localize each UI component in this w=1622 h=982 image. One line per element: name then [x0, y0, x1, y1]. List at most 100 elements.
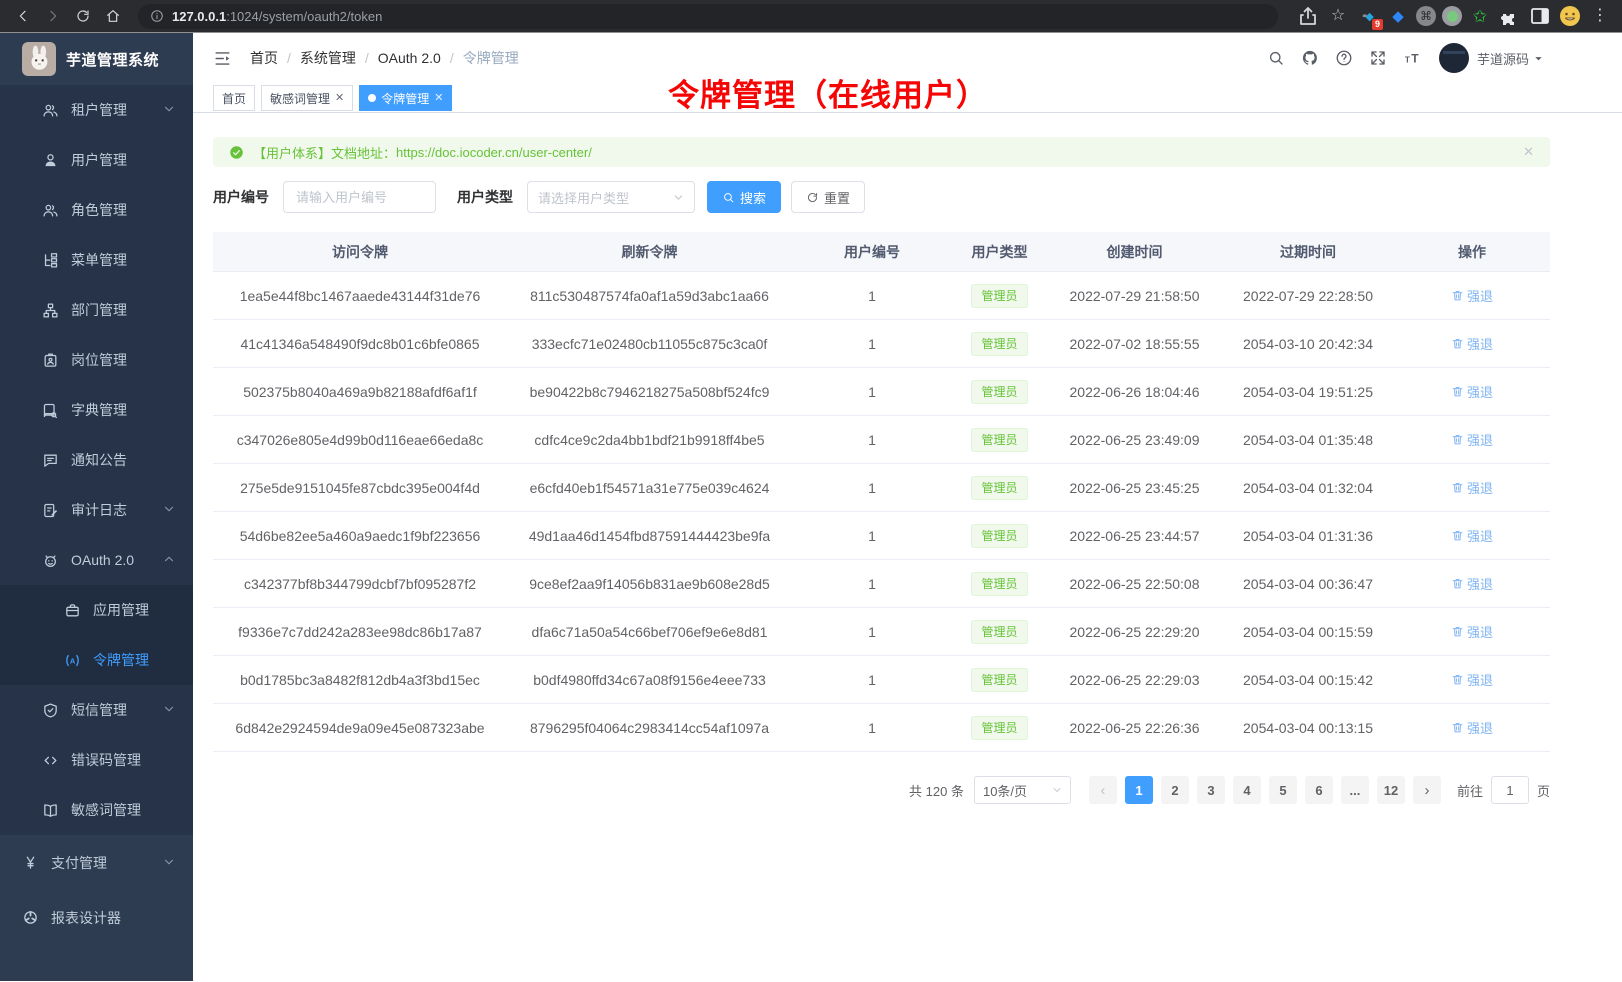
user-avatar[interactable]	[1439, 43, 1469, 73]
sidebar-item-10[interactable]: OAuth 2.0	[0, 535, 193, 585]
fullscreen-icon[interactable]	[1369, 49, 1387, 67]
sidebar-item-4[interactable]: 菜单管理	[0, 235, 193, 285]
caret-down-icon[interactable]	[1533, 53, 1544, 64]
username[interactable]: 芋道源码	[1477, 49, 1529, 68]
share-icon[interactable]	[1296, 3, 1320, 29]
command-extension-icon[interactable]: ⌘	[1416, 6, 1436, 26]
page-button-3[interactable]: 3	[1197, 776, 1225, 804]
page-button-6[interactable]: 6	[1305, 776, 1333, 804]
refresh-token-cell: 9ce8ef2aa9f14056b831ae9b608e28d5	[507, 576, 792, 592]
reload-icon[interactable]	[70, 3, 96, 29]
sidebar-item-8[interactable]: 通知公告	[0, 435, 193, 485]
sidebar-item-14[interactable]: 错误码管理	[0, 735, 193, 785]
table-row: 502375b8040a469a9b82188afdf6af1fbe90422b…	[213, 368, 1550, 416]
home-icon[interactable]	[100, 3, 126, 29]
user-id-cell: 1	[792, 480, 952, 496]
sidebar-item-16[interactable]: 支付管理	[0, 835, 193, 890]
alert-close-icon[interactable]: ✕	[1523, 144, 1534, 160]
user-id-cell: 1	[792, 384, 952, 400]
goto-page-input[interactable]	[1491, 776, 1529, 804]
browser-menu-icon[interactable]: ⋮	[1588, 3, 1612, 29]
breadcrumb-item[interactable]: 首页	[250, 48, 278, 68]
star-extension-icon[interactable]: ✩	[1468, 3, 1492, 29]
sidebar-item-9[interactable]: 审计日志	[0, 485, 193, 535]
puzzle-extension-icon[interactable]	[1498, 3, 1522, 29]
browser-toolbar: 127.0.0.1:1024/system/oauth2/token ☆ ▪▪◆…	[0, 0, 1622, 33]
access-token-cell: c347026e805e4d99b0d116eae66eda8c	[213, 432, 507, 448]
dashboard-extension-icon[interactable]: ▪▪◆ 9	[1356, 3, 1380, 29]
search-button[interactable]: 搜索	[707, 181, 781, 213]
action-cell: 强退	[1394, 334, 1550, 353]
page-button-1[interactable]: 1	[1125, 776, 1153, 804]
user-id-input[interactable]	[283, 181, 436, 213]
sidebar-item-5[interactable]: 部门管理	[0, 285, 193, 335]
breadcrumb-item[interactable]: OAuth 2.0	[378, 50, 441, 66]
force-logout-button[interactable]: 强退	[1451, 526, 1493, 545]
sidebar-item-12[interactable]: A令牌管理	[0, 635, 193, 685]
force-logout-button[interactable]: 强退	[1451, 334, 1493, 353]
back-icon[interactable]	[10, 3, 36, 29]
page-button-5[interactable]: 5	[1269, 776, 1297, 804]
force-logout-button[interactable]: 强退	[1451, 574, 1493, 593]
page-button-12[interactable]: 12	[1377, 776, 1405, 804]
tab-首页[interactable]: 首页	[213, 85, 255, 111]
tab-敏感词管理[interactable]: 敏感词管理 ✕	[261, 85, 353, 111]
prev-page-button[interactable]: ‹	[1089, 776, 1117, 804]
sidebar-item-7[interactable]: 字典管理	[0, 385, 193, 435]
profile-avatar[interactable]	[1558, 3, 1582, 29]
next-page-button[interactable]: ›	[1413, 776, 1441, 804]
sidebar-item-2[interactable]: 用户管理	[0, 135, 193, 185]
github-icon[interactable]	[1301, 49, 1319, 67]
tab-close-icon[interactable]: ✕	[434, 93, 443, 104]
chevron-up-icon	[163, 552, 175, 568]
collapse-sidebar-icon[interactable]	[213, 49, 232, 68]
force-logout-button[interactable]: 强退	[1451, 430, 1493, 449]
sidebar-item-1[interactable]: 租户管理	[0, 85, 193, 135]
action-cell: 强退	[1394, 478, 1550, 497]
breadcrumb-item: 令牌管理	[463, 48, 519, 68]
force-logout-button[interactable]: 强退	[1451, 478, 1493, 497]
breadcrumb-item[interactable]: 系统管理	[300, 48, 356, 68]
doc-link[interactable]: https://doc.iocoder.cn/user-center/	[396, 145, 592, 160]
font-size-icon[interactable]: TT	[1403, 49, 1421, 67]
pagination: 共 120 条 10条/页 ‹123456...12› 前往 页	[213, 776, 1550, 804]
sidebar-item-label: 支付管理	[51, 853, 107, 873]
expire-time-cell: 2054-03-04 00:15:59	[1222, 624, 1394, 640]
app-logo[interactable]: 芋道管理系统	[0, 33, 193, 85]
sidebar-item-15[interactable]: 敏感词管理	[0, 785, 193, 835]
help-icon[interactable]	[1335, 49, 1353, 67]
page-size-select[interactable]: 10条/页	[974, 776, 1071, 804]
address-bar[interactable]: 127.0.0.1:1024/system/oauth2/token	[138, 4, 1278, 29]
user-type-select[interactable]: 请选择用户类型	[527, 181, 695, 213]
column-header: 过期时间	[1222, 242, 1394, 262]
recorder-extension-icon[interactable]	[1442, 6, 1462, 26]
sidebar-item-3[interactable]: 角色管理	[0, 185, 193, 235]
tab-close-icon[interactable]: ✕	[335, 93, 344, 104]
refresh-token-cell: dfa6c71a50a54c66bef706ef9e6e8d81	[507, 624, 792, 640]
more-pages-button[interactable]: ...	[1341, 776, 1369, 804]
force-logout-button[interactable]: 强退	[1451, 286, 1493, 305]
expire-time-cell: 2054-03-04 00:13:15	[1222, 720, 1394, 736]
force-logout-button[interactable]: 强退	[1451, 382, 1493, 401]
sidebar-toggle-icon[interactable]	[1528, 3, 1552, 29]
org-chart-icon	[42, 301, 60, 319]
gem-extension-icon[interactable]: ◆	[1386, 3, 1410, 29]
created-time-cell: 2022-06-25 22:29:03	[1047, 672, 1222, 688]
forward-icon[interactable]	[40, 3, 66, 29]
page-button-2[interactable]: 2	[1161, 776, 1189, 804]
tab-label: 敏感词管理	[270, 90, 330, 107]
sidebar-item-17[interactable]: 报表设计器	[0, 890, 193, 945]
sidebar-item-6[interactable]: 岗位管理	[0, 335, 193, 385]
sidebar-item-11[interactable]: 应用管理	[0, 585, 193, 635]
bookmark-star-icon[interactable]: ☆	[1326, 3, 1350, 29]
sidebar-item-13[interactable]: 短信管理	[0, 685, 193, 735]
force-logout-button[interactable]: 强退	[1451, 622, 1493, 641]
force-logout-button[interactable]: 强退	[1451, 718, 1493, 737]
search-icon[interactable]	[1267, 49, 1285, 67]
tab-令牌管理[interactable]: 令牌管理✕	[359, 85, 452, 111]
force-logout-button[interactable]: 强退	[1451, 670, 1493, 689]
column-header: 刷新令牌	[507, 242, 792, 262]
reset-button[interactable]: 重置	[791, 181, 865, 213]
site-info-icon[interactable]	[150, 9, 172, 23]
page-button-4[interactable]: 4	[1233, 776, 1261, 804]
